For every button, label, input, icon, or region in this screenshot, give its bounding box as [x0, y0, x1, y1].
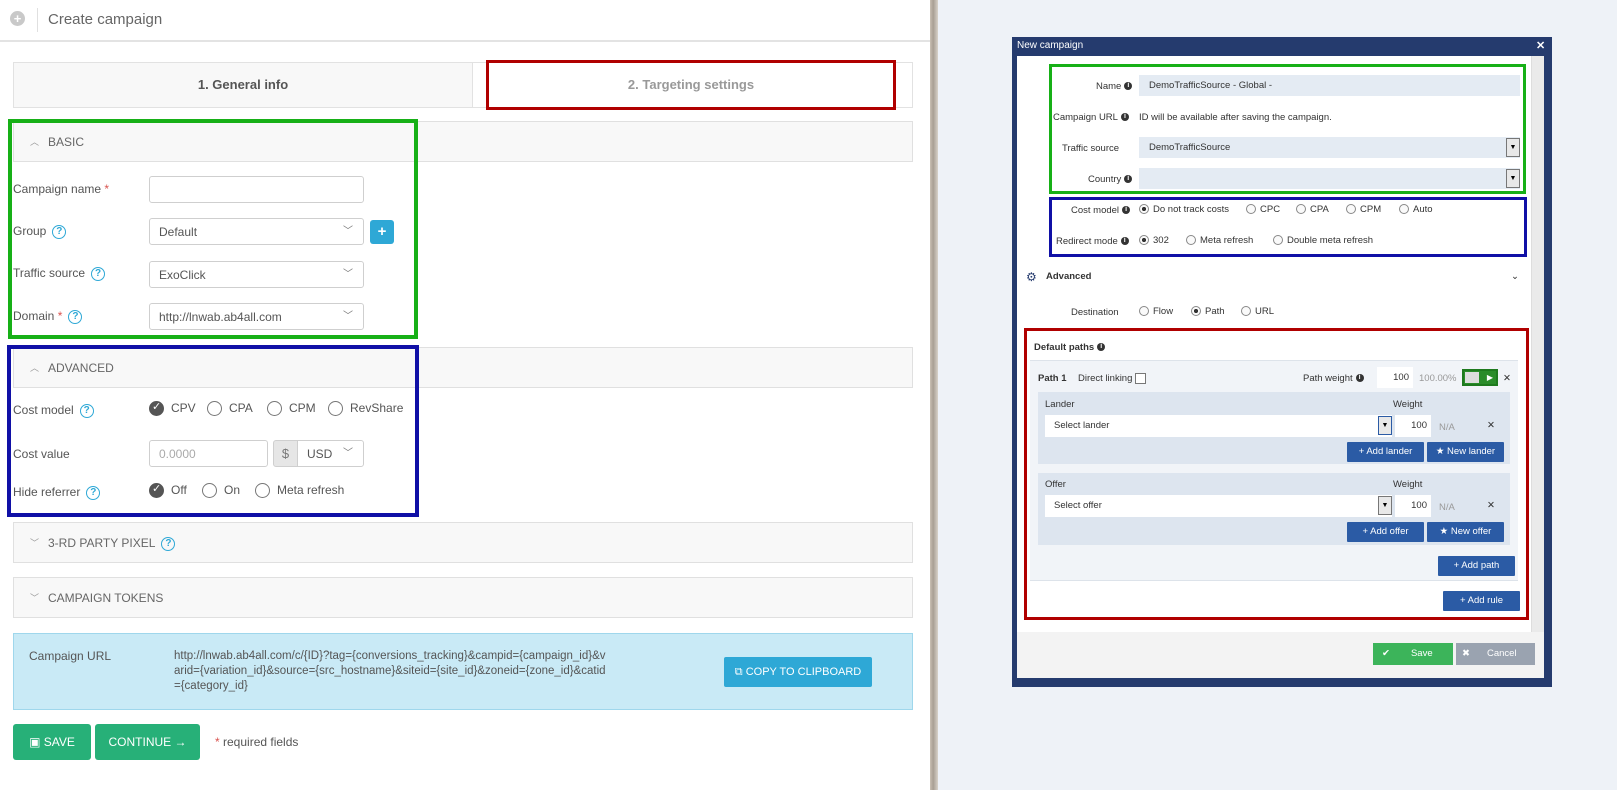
help-icon[interactable]: ?	[161, 536, 176, 551]
destination-flow[interactable]: Flow	[1139, 306, 1173, 317]
highlight-advanced	[7, 345, 419, 517]
radio-icon	[1139, 306, 1149, 317]
gear-icon: ⚙	[1026, 270, 1037, 284]
floppy-disk-icon: ▣	[29, 735, 41, 749]
copy-to-clipboard-button[interactable]: ⧉ COPY TO CLIPBOARD	[724, 657, 872, 687]
copy-icon: ⧉	[734, 666, 743, 678]
campaign-url-box: Campaign URL http://lnwab.ab4all.com/c/{…	[13, 633, 913, 710]
section-tokens-header[interactable]: ﹀ CAMPAIGN TOKENS	[13, 577, 913, 618]
chevron-down-icon: ﹀	[30, 538, 40, 548]
dialog-scrollbar[interactable]	[1531, 56, 1544, 632]
page-title: Create campaign	[48, 11, 163, 28]
window-divider	[930, 0, 938, 790]
campaign-url-label: Campaign URL	[29, 649, 112, 663]
radio-icon	[1241, 306, 1251, 317]
section-tokens-title: CAMPAIGN TOKENS	[48, 591, 164, 605]
required-note: * required fields	[215, 735, 299, 749]
top-bar: + Create campaign	[0, 0, 930, 42]
dialog-title: New campaign	[1017, 40, 1084, 51]
destination-label: Destination	[1071, 307, 1119, 318]
chevron-down-icon: ﹀	[30, 593, 40, 603]
continue-button[interactable]: CONTINUE →	[95, 724, 200, 760]
highlight-advanced-right	[1049, 197, 1527, 257]
step-targeting-settings[interactable]: 2. Targeting settings	[486, 60, 896, 110]
section-pixel-title: 3-RD PARTY PIXEL	[48, 536, 156, 550]
highlight-paths	[1024, 328, 1529, 620]
close-icon[interactable]: ✕	[1536, 39, 1545, 52]
check-icon: ✔	[1382, 648, 1390, 659]
destination-url[interactable]: URL	[1241, 306, 1274, 317]
highlight-basic-right	[1049, 64, 1526, 194]
section-pixel-header[interactable]: ﹀ 3-RD PARTY PIXEL?	[13, 522, 913, 563]
plus-circle-icon[interactable]: +	[10, 11, 25, 26]
save-button-right[interactable]: ✔ Save	[1373, 643, 1453, 665]
radio-checked-icon	[1191, 306, 1201, 317]
destination-path[interactable]: Path	[1191, 306, 1225, 317]
cancel-button[interactable]: ✖ Cancel	[1456, 643, 1535, 665]
highlight-basic	[8, 119, 418, 339]
divider	[37, 8, 38, 32]
campaign-url-text: http://lnwab.ab4all.com/c/{ID}?tag={conv…	[174, 650, 606, 692]
advanced-label[interactable]: Advanced	[1046, 271, 1091, 282]
step-general-info[interactable]: 1. General info	[13, 62, 473, 108]
chevron-down-icon[interactable]: ⌄	[1511, 271, 1519, 282]
close-icon: ✖	[1462, 648, 1470, 659]
save-button[interactable]: ▣ SAVE	[13, 724, 91, 760]
create-campaign-panel: + Create campaign 1. General info 2. Tar…	[0, 0, 930, 790]
